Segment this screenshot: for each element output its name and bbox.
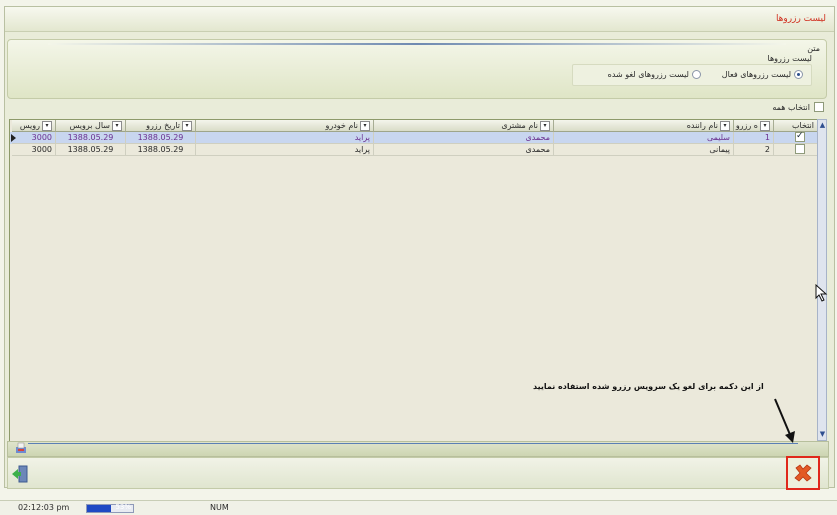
col-header-reserve-no[interactable]: ه رزرو ▾ — [734, 120, 774, 132]
row-checkbox[interactable] — [795, 144, 805, 154]
cell-service-year: 1388.05.29 — [56, 144, 126, 156]
dropdown-icon[interactable]: ▾ — [720, 120, 730, 131]
radio-active-reservations[interactable]: لیست رزروهای فعال — [722, 70, 803, 79]
cell-driver-name: پیمانی — [554, 144, 734, 156]
status-progress-bar: 53% — [86, 503, 134, 513]
radio-active-label: لیست رزروهای فعال — [721, 70, 791, 79]
grid-vertical-scrollbar[interactable]: ▲ ▼ — [817, 119, 827, 441]
progress-fill — [87, 505, 112, 512]
cell-car-name: پراید — [196, 132, 374, 144]
pointer-arrow-icon — [774, 398, 795, 443]
col-header-service[interactable]: رویس ▾ — [12, 120, 56, 132]
cell-customer-name: محمدی — [374, 132, 554, 144]
group-label: لیست رزروها — [767, 54, 813, 63]
cell-reserve-no: 1 — [734, 132, 774, 144]
cell-driver-name: سلیمی — [554, 132, 734, 144]
col-header-select[interactable]: انتخاب — [774, 120, 818, 132]
exit-door-icon[interactable] — [11, 465, 29, 483]
radio-canceled-label: لیست رزروهای لغو شده — [607, 70, 689, 79]
cell-service: 3000 — [12, 132, 56, 144]
col-header-driver-name[interactable]: نام راننده ▾ — [554, 120, 734, 132]
reservation-filter-group: لیست رزروهای فعال لیست رزروهای لغو شده — [572, 64, 812, 86]
scroll-up-arrow-icon[interactable]: ▲ — [819, 121, 826, 130]
scroll-down-arrow-icon[interactable]: ▼ — [819, 430, 826, 439]
col-header-customer-name[interactable]: نام مشتری ▾ — [374, 120, 554, 132]
panel-divider — [48, 43, 786, 45]
red-x-icon — [794, 464, 812, 482]
footer-divider — [28, 443, 798, 444]
command-bar — [7, 457, 829, 489]
title-bar: لیست رزروها — [5, 7, 834, 32]
cell-customer-name: محمدی — [374, 144, 554, 156]
radio-canceled-reservations[interactable]: لیست رزروهای لغو شده — [608, 70, 701, 79]
dropdown-icon[interactable]: ▾ — [112, 120, 122, 131]
mouse-cursor-icon — [815, 284, 828, 302]
grid-footer-bar — [7, 441, 829, 457]
cell-reserve-date: 1388.05.29 — [126, 132, 196, 144]
col-header-reserve-date[interactable]: تاریخ رزرو ▾ — [126, 120, 196, 132]
print-icon[interactable] — [15, 442, 27, 454]
col-header-service-year[interactable]: سال برویس ▾ — [56, 120, 126, 132]
dropdown-icon[interactable]: ▾ — [540, 120, 550, 131]
cell-service: 3000 — [12, 144, 56, 156]
cell-car-name: پراید — [196, 144, 374, 156]
general-label: متن — [807, 44, 820, 53]
filter-panel: متن لیست رزروها لیست رزروهای فعال لیست ر… — [7, 39, 827, 99]
dropdown-icon[interactable]: ▾ — [42, 120, 52, 131]
dropdown-icon[interactable]: ▾ — [360, 120, 370, 131]
status-bar: 02:12:03 pm 53% NUM — [0, 500, 837, 515]
radio-dot[interactable] — [692, 70, 701, 79]
progress-label: 53% — [115, 503, 131, 511]
select-all-label: انتخاب همه — [772, 102, 810, 112]
table-row[interactable]: 3000 1388.05.29 1388.05.29 پراید محمدی پ… — [10, 144, 818, 156]
cancel-hint-note: از این دکمه برای لغو یک سرویس رزرو شده ا… — [533, 382, 764, 391]
cell-service-year: 1388.05.29 — [56, 132, 126, 144]
cancel-reservation-button[interactable] — [786, 456, 820, 490]
cell-select — [774, 132, 818, 144]
cell-reserve-date: 1388.05.29 — [126, 144, 196, 156]
dropdown-icon[interactable]: ▾ — [182, 120, 192, 131]
select-all[interactable]: انتخاب همه — [772, 102, 824, 112]
col-header-car-name[interactable]: نام خودرو ▾ — [196, 120, 374, 132]
radio-dot-selected[interactable] — [794, 70, 803, 79]
select-all-checkbox[interactable] — [814, 102, 824, 112]
cell-select — [774, 144, 818, 156]
status-time: 02:12:03 pm — [18, 503, 70, 512]
row-checkbox[interactable] — [795, 132, 805, 142]
num-lock-indicator: NUM — [210, 503, 229, 512]
reservation-list-window: لیست رزروها متن لیست رزروها لیست رزروهای… — [4, 6, 835, 490]
cell-reserve-no: 2 — [734, 144, 774, 156]
reservations-grid: رویس ▾ سال برویس ▾ تاریخ رزرو ▾ نام خودرو ▾ … — [9, 119, 819, 443]
table-row[interactable]: 3000 1388.05.29 1388.05.29 پراید محمدی س… — [10, 132, 818, 144]
window-title: لیست رزروها — [775, 14, 826, 24]
dropdown-icon[interactable]: ▾ — [760, 120, 770, 131]
